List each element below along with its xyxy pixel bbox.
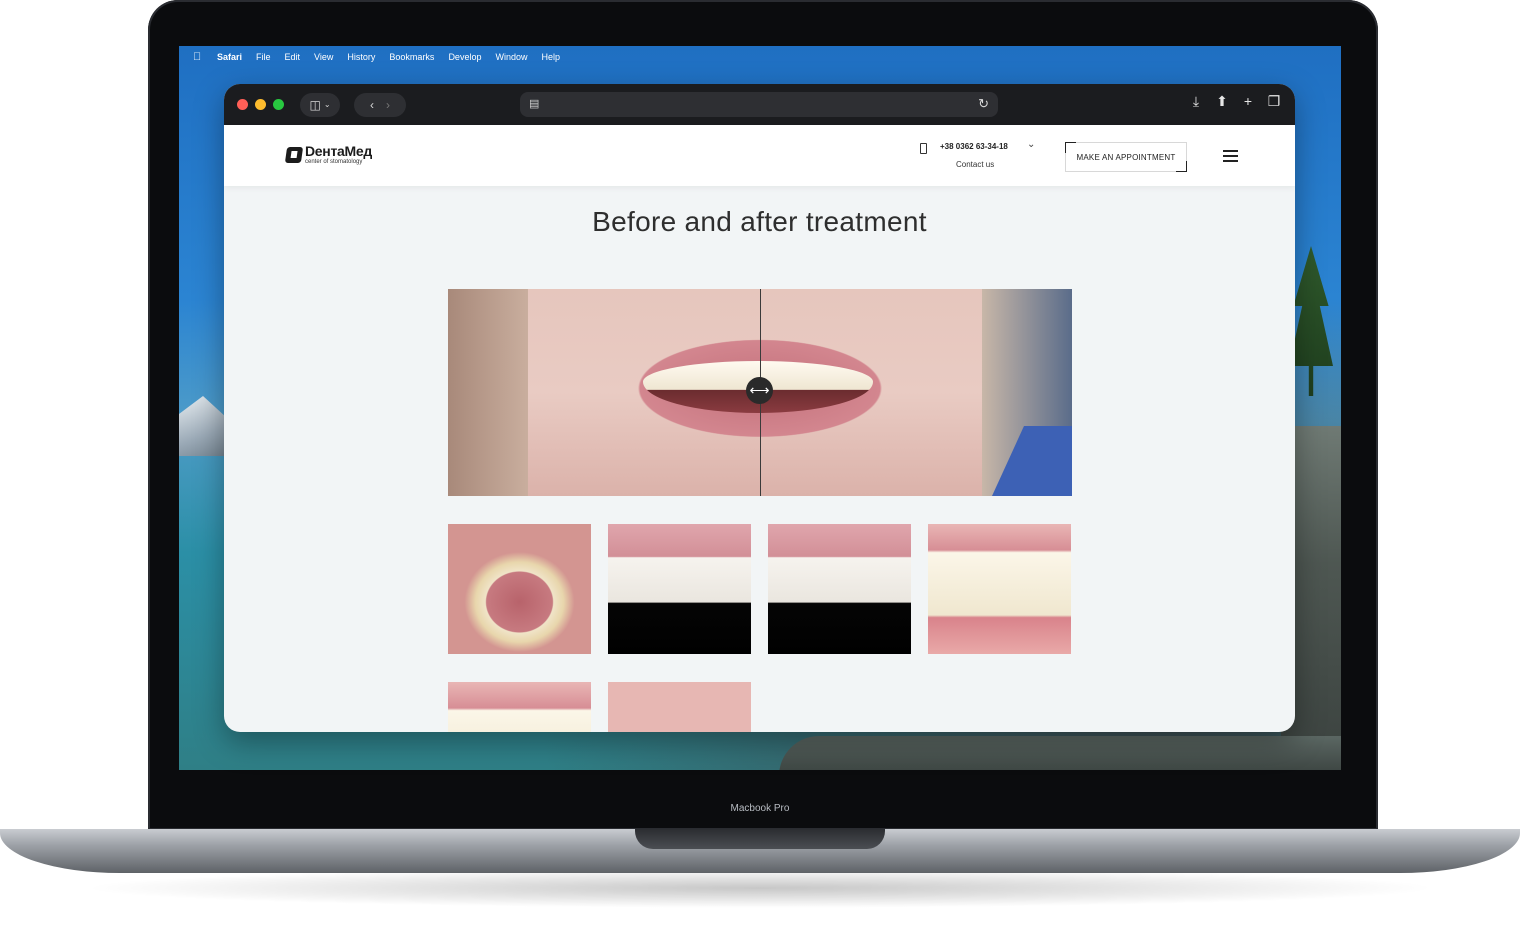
device-model-label: Macbook Pro — [730, 803, 790, 814]
menu-develop[interactable]: Develop — [448, 52, 481, 62]
navigation-buttons: ‹ › — [354, 92, 406, 117]
safari-window: ◫ ⌄ ‹ › ▤ ↻ ⤓ ⬆ + ❐ DентаMед center of s… — [224, 84, 1295, 732]
contact-us-link[interactable]: Contact us — [956, 160, 994, 169]
logo-tagline: center of stomatology — [305, 159, 363, 165]
menu-history[interactable]: History — [347, 52, 375, 62]
forward-button[interactable]: › — [386, 98, 390, 112]
window-controls — [237, 99, 284, 110]
apple-icon[interactable]:  — [193, 51, 203, 63]
gallery-thumbnail[interactable] — [768, 524, 911, 654]
menu-edit[interactable]: Edit — [285, 52, 301, 62]
laptop-hinge-notch — [635, 829, 885, 849]
back-button[interactable]: ‹ — [370, 98, 374, 112]
new-tab-icon[interactable]: + — [1241, 93, 1255, 110]
sidebar-icon: ◫ — [309, 97, 321, 112]
laptop-shadow — [80, 868, 1440, 908]
tabs-overview-icon[interactable]: ❐ — [1267, 93, 1281, 110]
wallpaper-shore — [779, 736, 1341, 770]
hamburger-menu-icon[interactable] — [1223, 150, 1238, 162]
menu-safari[interactable]: Safari — [217, 52, 242, 62]
wallpaper-trees — [1289, 246, 1333, 396]
sidebar-toggle-button[interactable]: ◫ ⌄ — [300, 92, 340, 117]
phone-number[interactable]: +38 0362 63-34-18 — [940, 142, 1008, 151]
download-icon[interactable]: ⤓ — [1189, 93, 1203, 110]
safari-toolbar: ◫ ⌄ ‹ › ▤ ↻ ⤓ ⬆ + ❐ — [224, 84, 1295, 125]
zoom-window-button[interactable] — [273, 99, 284, 110]
logo-name: DентаMед — [305, 143, 372, 159]
site-header: DентаMед center of stomatology +38 0362 … — [224, 125, 1295, 186]
share-icon[interactable]: ⬆ — [1215, 93, 1229, 110]
section-title: Before and after treatment — [592, 206, 927, 237]
reload-icon[interactable]: ↻ — [978, 96, 989, 112]
address-bar[interactable]: ▤ ↻ — [520, 92, 998, 117]
chevron-down-icon: ⌄ — [323, 100, 331, 109]
before-after-slider[interactable]: ⟷ — [448, 289, 1072, 496]
site-logo[interactable]: DентаMед center of stomatology — [284, 144, 372, 165]
close-window-button[interactable] — [237, 99, 248, 110]
gallery-thumbnail[interactable] — [448, 682, 591, 732]
chevron-down-icon[interactable]: ⌄ — [1027, 139, 1035, 150]
minimize-window-button[interactable] — [255, 99, 266, 110]
phone-icon — [920, 143, 927, 154]
logo-text: DентаMед center of stomatology — [305, 144, 372, 165]
gallery-thumbnail[interactable] — [928, 524, 1071, 654]
menu-bookmarks[interactable]: Bookmarks — [389, 52, 434, 62]
toolbar-right-actions: ⤓ ⬆ + ❐ — [1189, 93, 1281, 110]
menu-file[interactable]: File — [256, 52, 271, 62]
compare-handle-icon[interactable]: ⟷ — [746, 377, 773, 404]
gallery-thumbnail[interactable] — [448, 524, 591, 654]
menu-view[interactable]: View — [314, 52, 333, 62]
gallery-thumbnail[interactable] — [608, 524, 751, 654]
logo-mark-icon — [284, 146, 304, 163]
menu-window[interactable]: Window — [495, 52, 527, 62]
gallery-thumbnail[interactable] — [608, 682, 751, 732]
photo-hair-left — [448, 289, 528, 496]
menu-help[interactable]: Help — [541, 52, 560, 62]
site-icon: ▤ — [529, 98, 540, 110]
make-appointment-button[interactable]: MAKE AN APPOINTMENT — [1065, 142, 1187, 172]
macos-menubar:  Safari File Edit View History Bookmark… — [179, 46, 1341, 68]
